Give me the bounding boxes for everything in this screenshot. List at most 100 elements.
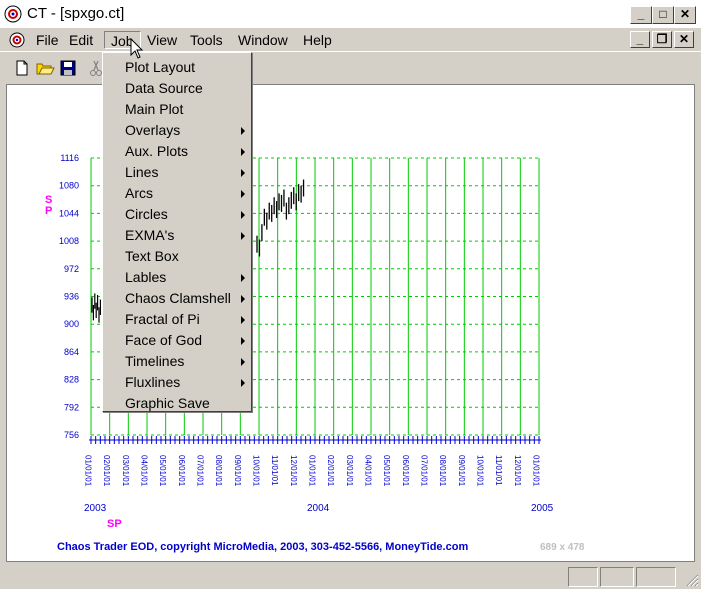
- x-tick-label: 04/01/01: [140, 455, 149, 487]
- y-tick-label: 900: [64, 319, 79, 329]
- job-menu-item-label: Chaos Clamshell: [125, 290, 231, 306]
- status-cell-2: [600, 567, 634, 587]
- app-icon[interactable]: [3, 4, 23, 24]
- status-bar: [0, 563, 701, 589]
- x-tick-label: 02/01/01: [326, 455, 335, 487]
- submenu-arrow-icon: [241, 274, 245, 282]
- bottom-symbol-label: SP: [107, 518, 122, 530]
- submenu-arrow-icon: [241, 232, 245, 240]
- submenu-arrow-icon: [241, 211, 245, 219]
- open-folder-icon[interactable]: [35, 58, 55, 78]
- submenu-arrow-icon: [241, 358, 245, 366]
- job-menu-item[interactable]: Lables: [125, 267, 249, 288]
- submenu-arrow-icon: [241, 379, 245, 387]
- minimize-button[interactable]: _: [630, 6, 652, 24]
- x-tick-label: 11/01/01: [270, 455, 279, 486]
- job-menu-item-label: Main Plot: [125, 101, 184, 117]
- save-disk-icon[interactable]: [58, 58, 78, 78]
- x-tick-label: 07/01/01: [420, 455, 429, 487]
- document-icon[interactable]: [7, 30, 27, 50]
- x-tick-label: 02/01/01: [102, 455, 111, 487]
- job-menu-item-label: Fractal of Pi: [125, 311, 200, 327]
- job-menu-item[interactable]: Lines: [125, 162, 249, 183]
- x-tick-label: 05/01/01: [158, 455, 167, 487]
- y-tick-label: 1116: [60, 153, 79, 163]
- menu-file[interactable]: File: [30, 31, 65, 49]
- job-menu-item[interactable]: Fractal of Pi: [125, 309, 249, 330]
- submenu-arrow-icon: [241, 127, 245, 135]
- job-menu-item-label: Lables: [125, 269, 167, 285]
- menu-edit[interactable]: Edit: [63, 31, 99, 49]
- status-cell-3: [636, 567, 676, 587]
- mdi-minimize-button[interactable]: _: [630, 31, 650, 48]
- x-tick-label: 09/01/01: [457, 455, 466, 487]
- job-menu-item-label: Lines: [125, 164, 159, 180]
- y-tick-label: 972: [64, 264, 79, 274]
- x-tick-label: 09/01/01: [233, 455, 242, 487]
- x-tick-label: 03/01/01: [121, 455, 130, 487]
- job-menu-item[interactable]: Graphic Save: [125, 393, 249, 414]
- new-file-icon[interactable]: [12, 58, 32, 78]
- job-menu-item[interactable]: Main Plot: [125, 99, 249, 120]
- x-tick-label: 08/01/01: [438, 455, 447, 487]
- y-tick-label: 1008: [59, 236, 79, 246]
- submenu-arrow-icon: [241, 148, 245, 156]
- job-menu-item-label: Aux. Plots: [125, 143, 189, 159]
- maximize-button[interactable]: □: [652, 6, 674, 24]
- x-tick-label: 12/01/01: [289, 455, 298, 487]
- y-tick-label: 792: [64, 402, 79, 412]
- job-menu-item-label: Text Box: [125, 248, 179, 264]
- year-label-2003: 2003: [84, 503, 107, 514]
- job-menu-item[interactable]: Arcs: [125, 183, 249, 204]
- y-tick-label: 936: [64, 292, 79, 302]
- x-tick-label: 10/01/01: [252, 455, 261, 487]
- y-tick-label: 756: [64, 430, 79, 440]
- submenu-arrow-icon: [241, 337, 245, 345]
- x-tick-label: 01/01/01: [84, 455, 93, 487]
- x-tick-label: 10/01/01: [476, 455, 485, 487]
- job-menu-item-label: Circles: [125, 206, 168, 222]
- window-title: CT - [spxgo.ct]: [27, 5, 125, 22]
- job-menu-item[interactable]: Aux. Plots: [125, 141, 249, 162]
- menu-bar: File Edit Job View Tools Window Help: [0, 29, 701, 51]
- job-menu-item-label: Overlays: [125, 122, 181, 138]
- x-tick-label: 01/01/01: [308, 455, 317, 487]
- job-menu-item[interactable]: Face of God: [125, 330, 249, 351]
- x-tick-label: 07/01/01: [196, 455, 205, 487]
- copyright-text: Chaos Trader EOD, copyright MicroMedia, …: [57, 541, 468, 553]
- y-tick-label: 1044: [59, 208, 79, 218]
- job-menu-item[interactable]: Chaos Clamshell: [125, 288, 249, 309]
- job-menu-item-label: Plot Layout: [125, 59, 196, 75]
- menu-tools[interactable]: Tools: [184, 31, 229, 49]
- x-tick-label: 06/01/01: [401, 455, 410, 487]
- menu-view[interactable]: View: [141, 31, 183, 49]
- x-tick-label: 11/01/01: [494, 455, 503, 486]
- job-menu-item[interactable]: Plot Layout: [125, 57, 249, 78]
- y-tick-label: 828: [64, 375, 79, 385]
- resize-grip-icon[interactable]: [685, 573, 699, 587]
- x-tick-label: 12/01/01: [513, 455, 522, 487]
- y-tick-label: 864: [64, 347, 79, 357]
- job-menu-item[interactable]: Timelines: [125, 351, 249, 372]
- job-menu-item[interactable]: EXMA's: [125, 225, 249, 246]
- job-menu-item-label: Timelines: [125, 353, 185, 369]
- job-menu-item[interactable]: Data Source: [125, 78, 249, 99]
- mdi-restore-button[interactable]: ❐: [652, 31, 672, 48]
- job-menu-item[interactable]: Fluxlines: [125, 372, 249, 393]
- job-dropdown-menu: Plot Layout Data Source Main Plot Overlays A…: [102, 52, 252, 412]
- title-bar[interactable]: CT - [spxgo.ct] _ □ ✕: [0, 0, 701, 29]
- submenu-arrow-icon: [241, 169, 245, 177]
- job-menu-item-label: Fluxlines: [125, 374, 181, 390]
- x-tick-label: 06/01/01: [177, 455, 186, 487]
- job-menu-item[interactable]: Text Box: [125, 246, 249, 267]
- job-menu-item-label: Data Source: [125, 80, 203, 96]
- job-menu-item[interactable]: Circles: [125, 204, 249, 225]
- close-button[interactable]: ✕: [674, 6, 696, 24]
- x-tick-label: 03/01/01: [345, 455, 354, 487]
- menu-window[interactable]: Window: [232, 31, 294, 49]
- mdi-close-button[interactable]: ✕: [674, 31, 694, 48]
- year-label-2005: 2005: [531, 503, 554, 514]
- submenu-arrow-icon: [241, 295, 245, 303]
- menu-help[interactable]: Help: [297, 31, 338, 49]
- job-menu-item[interactable]: Overlays: [125, 120, 249, 141]
